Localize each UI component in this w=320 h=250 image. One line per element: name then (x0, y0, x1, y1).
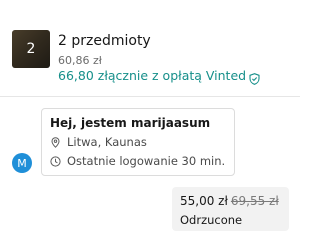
item-fee-text: 66,80 złącznie z opłatą Vinted (58, 68, 247, 83)
offer-new-price: 55,00 zł (180, 194, 228, 208)
shield-check-icon (249, 70, 260, 85)
profile-greeting: Hej, jestem marijaasum (50, 116, 211, 130)
item-price: 60,86 zł (58, 54, 102, 67)
offer-message[interactable]: 55,00 zł 69,55 zł Odrzucone (172, 187, 289, 231)
offer-prices: 55,00 zł 69,55 zł (180, 194, 279, 208)
item-count-badge: 2 (12, 30, 50, 68)
item-total-with-fee[interactable]: 66,80 złącznie z opłatą Vinted (58, 68, 260, 85)
location-pin-icon (50, 136, 61, 148)
last-login-text: Ostatnie logowanie 30 min. (67, 154, 226, 168)
profile-location: Litwa, Kaunas (50, 135, 147, 149)
offer-old-price: 69,55 zł (230, 194, 279, 208)
offer-status: Odrzucone (180, 213, 243, 227)
item-summary[interactable]: 2 2 przedmioty 60,86 zł 66,80 złącznie z… (0, 0, 300, 97)
profile-last-login: Ostatnie logowanie 30 min. (50, 154, 225, 168)
location-text: Litwa, Kaunas (67, 135, 147, 149)
avatar[interactable]: M (12, 153, 32, 173)
chat-page: 2 2 przedmioty 60,86 zł 66,80 złącznie z… (0, 0, 300, 250)
item-title: 2 przedmioty (58, 33, 151, 49)
item-thumbnail[interactable]: 2 (12, 30, 50, 68)
cut-off-text: · · · · · (120, 245, 180, 250)
clock-icon (50, 155, 61, 167)
seller-profile-card[interactable]: Hej, jestem marijaasum Litwa, Kaunas Ost… (41, 108, 235, 176)
